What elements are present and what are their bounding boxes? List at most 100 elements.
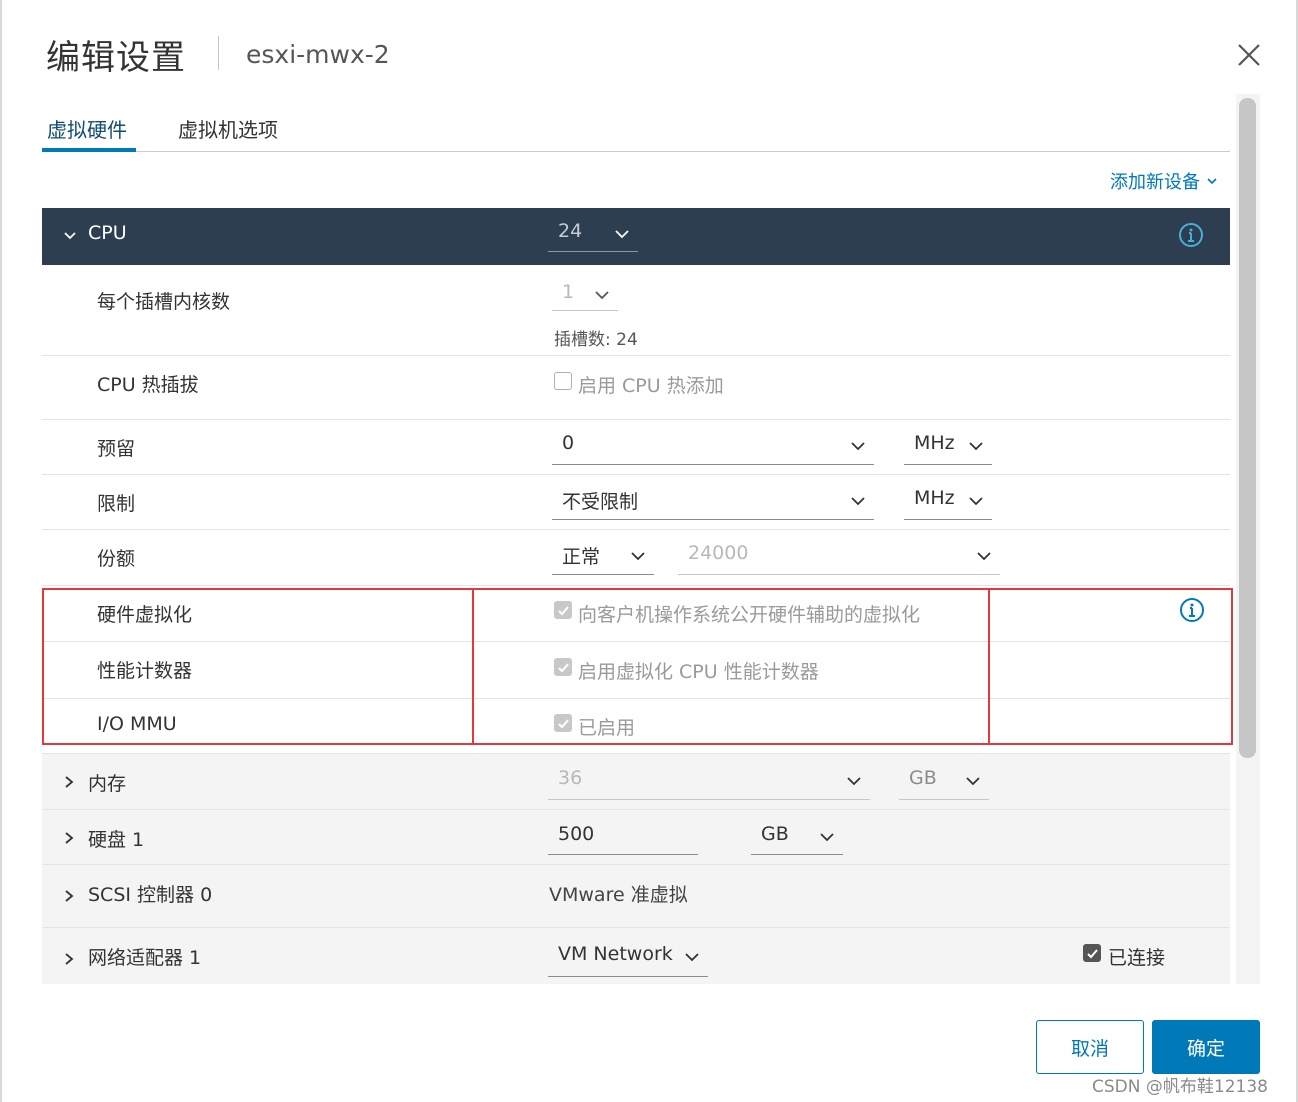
perf-counter-row: 性能计数器 启用虚拟化 CPU 性能计数器 bbox=[42, 642, 1230, 699]
disk-label: 硬盘 1 bbox=[88, 829, 145, 851]
hw-virtualization-checkbox[interactable] bbox=[554, 601, 572, 619]
memory-value: 36 bbox=[558, 767, 583, 789]
memory-unit-select[interactable]: GB bbox=[899, 767, 989, 800]
reservation-select[interactable]: 0 bbox=[552, 432, 874, 465]
title-separator bbox=[218, 36, 219, 70]
iommu-label: I/O MMU bbox=[97, 713, 177, 735]
dialog-title: 编辑设置 bbox=[46, 38, 186, 78]
cpu-count-select[interactable]: 24 bbox=[548, 220, 638, 252]
scsi-row[interactable]: SCSI 控制器 0 VMware 准虚拟 bbox=[42, 865, 1230, 928]
limit-row: 限制 不受限制 MHz bbox=[42, 475, 1230, 530]
limit-select[interactable]: 不受限制 bbox=[552, 487, 874, 520]
memory-unit: GB bbox=[909, 767, 937, 789]
network-select[interactable]: VM Network bbox=[548, 943, 708, 977]
memory-select[interactable]: 36 bbox=[548, 767, 870, 800]
reservation-value: 0 bbox=[562, 432, 575, 454]
disk-size-input[interactable]: 500 bbox=[548, 823, 698, 855]
check-icon bbox=[558, 663, 569, 673]
dialog-left-edge bbox=[0, 0, 2, 1102]
chevron-right-icon[interactable] bbox=[62, 775, 76, 789]
chevron-down-icon bbox=[966, 777, 980, 786]
hw-virtualization-row: 硬件虚拟化 向客户机操作系统公开硬件辅助的虚拟化 bbox=[42, 586, 1230, 642]
disk-row[interactable]: 硬盘 1 500 GB bbox=[42, 810, 1230, 865]
shares-value: 24000 bbox=[688, 542, 749, 564]
check-icon bbox=[558, 606, 569, 616]
scsi-type: VMware 准虚拟 bbox=[549, 884, 688, 906]
memory-label: 内存 bbox=[88, 773, 127, 795]
chevron-down-icon bbox=[977, 552, 991, 561]
active-tab-indicator bbox=[42, 148, 136, 152]
cores-per-socket-row: 每个插槽内核数 1 插槽数: 24 bbox=[42, 265, 1230, 356]
network-value: VM Network bbox=[558, 943, 673, 965]
cores-per-socket-value: 1 bbox=[562, 281, 575, 303]
limit-unit: MHz bbox=[914, 487, 955, 509]
chevron-down-icon bbox=[847, 777, 861, 786]
hw-virtualization-option: 向客户机操作系统公开硬件辅助的虚拟化 bbox=[578, 604, 921, 626]
perf-counter-option: 启用虚拟化 CPU 性能计数器 bbox=[578, 661, 819, 683]
shares-level-select[interactable]: 正常 bbox=[552, 542, 654, 575]
add-new-device-button[interactable]: 添加新设备 bbox=[1110, 168, 1218, 194]
perf-counter-checkbox[interactable] bbox=[554, 658, 572, 676]
check-icon bbox=[1087, 949, 1098, 959]
scrollbar-thumb[interactable] bbox=[1239, 98, 1256, 758]
network-row[interactable]: 网络适配器 1 VM Network 已连接 bbox=[42, 928, 1230, 984]
shares-level: 正常 bbox=[562, 546, 601, 568]
tabs-divider bbox=[42, 151, 1230, 152]
ok-button[interactable]: 确定 bbox=[1152, 1020, 1260, 1074]
network-label: 网络适配器 1 bbox=[88, 947, 202, 969]
cores-per-socket-select[interactable]: 1 bbox=[552, 281, 618, 311]
chevron-down-icon bbox=[851, 497, 865, 506]
iommu-checkbox[interactable] bbox=[554, 714, 572, 732]
shares-label: 份额 bbox=[97, 548, 136, 570]
iommu-option: 已启用 bbox=[578, 717, 636, 739]
cpu-label: CPU bbox=[88, 222, 127, 244]
network-connected-checkbox[interactable] bbox=[1083, 944, 1101, 962]
chevron-down-icon bbox=[1207, 178, 1217, 185]
limit-value: 不受限制 bbox=[562, 491, 639, 513]
cpu-hotplug-checkbox[interactable] bbox=[554, 372, 572, 390]
check-icon bbox=[558, 719, 569, 729]
hw-virtualization-label: 硬件虚拟化 bbox=[97, 604, 193, 626]
chevron-down-icon[interactable] bbox=[62, 228, 78, 244]
cpu-hotplug-option: 启用 CPU 热添加 bbox=[578, 375, 724, 397]
chevron-down-icon bbox=[969, 497, 983, 506]
reservation-row: 预留 0 MHz bbox=[42, 420, 1230, 475]
add-new-device-label: 添加新设备 bbox=[1110, 172, 1200, 193]
shares-value-select[interactable]: 24000 bbox=[678, 542, 1000, 575]
chevron-down-icon bbox=[820, 833, 834, 842]
perf-counter-label: 性能计数器 bbox=[97, 660, 193, 682]
tab-vm-options[interactable]: 虚拟机选项 bbox=[178, 114, 278, 152]
cpu-hotplug-row: CPU 热插拔 启用 CPU 热添加 bbox=[42, 356, 1230, 420]
limit-unit-select[interactable]: MHz bbox=[904, 487, 992, 520]
chevron-down-icon bbox=[631, 552, 645, 561]
chevron-down-icon bbox=[969, 442, 983, 451]
chevron-down-icon bbox=[685, 953, 699, 962]
memory-row[interactable]: 内存 36 GB bbox=[42, 754, 1230, 810]
chevron-down-icon bbox=[851, 442, 865, 451]
cancel-button[interactable]: 取消 bbox=[1036, 1020, 1144, 1074]
cpu-count-value: 24 bbox=[558, 220, 583, 242]
reservation-unit: MHz bbox=[914, 432, 955, 454]
limit-label: 限制 bbox=[97, 493, 136, 515]
iommu-row: I/O MMU 已启用 bbox=[42, 699, 1230, 754]
disk-unit: GB bbox=[761, 823, 789, 845]
info-icon[interactable] bbox=[1179, 597, 1205, 623]
tab-virtual-hardware[interactable]: 虚拟硬件 bbox=[47, 114, 127, 152]
chevron-right-icon[interactable] bbox=[62, 952, 76, 966]
close-button[interactable] bbox=[1234, 40, 1264, 70]
sockets-count: 插槽数: 24 bbox=[554, 330, 638, 350]
info-icon[interactable] bbox=[1178, 222, 1204, 248]
close-icon bbox=[1238, 44, 1260, 66]
chevron-right-icon[interactable] bbox=[62, 889, 76, 903]
vm-name: esxi-mwx-2 bbox=[246, 40, 390, 69]
cpu-header-row[interactable]: CPU 24 bbox=[42, 208, 1230, 265]
reservation-label: 预留 bbox=[97, 438, 136, 460]
scsi-label: SCSI 控制器 0 bbox=[88, 884, 213, 906]
chevron-down-icon bbox=[595, 291, 609, 300]
watermark: CSDN @帆布鞋12138 bbox=[1092, 1077, 1268, 1097]
reservation-unit-select[interactable]: MHz bbox=[904, 432, 992, 465]
chevron-right-icon[interactable] bbox=[62, 831, 76, 845]
cpu-hotplug-label: CPU 热插拔 bbox=[97, 374, 199, 396]
chevron-down-icon bbox=[615, 230, 629, 239]
disk-unit-select[interactable]: GB bbox=[751, 823, 843, 855]
